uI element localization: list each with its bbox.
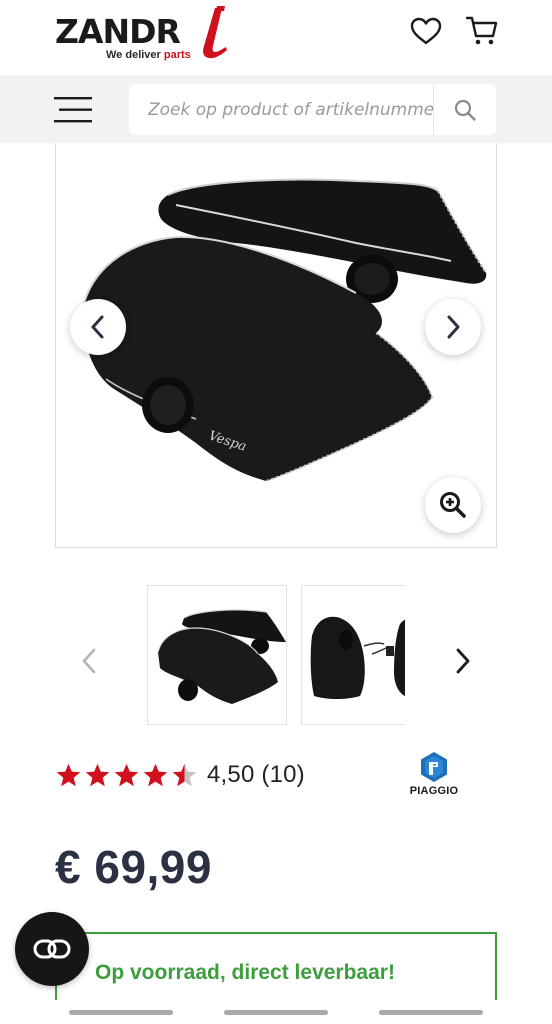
thumbnail-prev-button[interactable] [74,643,104,679]
stock-status-text: Op voorraad, direct leverbaar! [95,961,395,984]
wishlist-button[interactable] [409,14,443,48]
zoom-in-icon [440,492,466,518]
nav-back[interactable] [379,1010,483,1015]
product-price: € 69,99 [55,841,212,893]
rating-value: 4,50 (10) [207,761,305,788]
chevron-right-icon [447,315,460,339]
star-half-icon [172,763,197,786]
hamburger-icon [54,97,92,123]
image-prev-button[interactable] [70,299,126,355]
rating-stars [55,762,198,789]
menu-button[interactable] [54,97,94,123]
product-rating[interactable]: 4,50 (10) [55,760,305,790]
nav-recents[interactable] [69,1010,173,1015]
site-header: ZANDR We deliver parts [0,0,552,75]
chevron-right-icon [456,648,470,674]
heart-icon [410,17,442,45]
chevron-left-icon [82,648,96,674]
piaggio-logo-icon [421,752,447,782]
brand-logo[interactable]: PIAGGIO [404,750,464,800]
chat-button[interactable] [15,912,89,986]
cart-icon [465,16,498,45]
logo-i-mark [203,6,227,59]
zandri-logo[interactable]: ZANDR We deliver parts [55,6,230,62]
thumbnail-1[interactable] [147,585,287,725]
logo-wordmark: ZANDR [55,12,181,51]
magnifier-icon [454,99,476,121]
brand-name: PIAGGIO [409,785,459,797]
thumbnail-strip [147,585,405,725]
search-box [129,84,496,135]
star-full-icon [85,763,110,786]
search-button[interactable] [434,84,496,135]
zoom-button[interactable] [425,477,481,533]
cart-button[interactable] [465,14,499,48]
star-full-icon [56,763,81,786]
logo-tagline: We deliver parts [106,49,191,61]
star-full-icon [143,763,168,786]
star-full-icon [114,763,139,786]
search-bar-strip [0,75,552,143]
chat-toggle-icon [33,939,71,959]
chevron-left-icon [91,315,104,339]
thumbnail-2-photo [310,616,405,699]
system-nav-bar [0,1000,552,1024]
search-input[interactable] [129,84,433,135]
nav-home[interactable] [224,1010,328,1015]
thumbnail-2[interactable] [301,585,405,725]
thumbnail-1-photo [157,609,286,704]
image-next-button[interactable] [425,299,481,355]
thumbnail-next-button[interactable] [448,643,478,679]
